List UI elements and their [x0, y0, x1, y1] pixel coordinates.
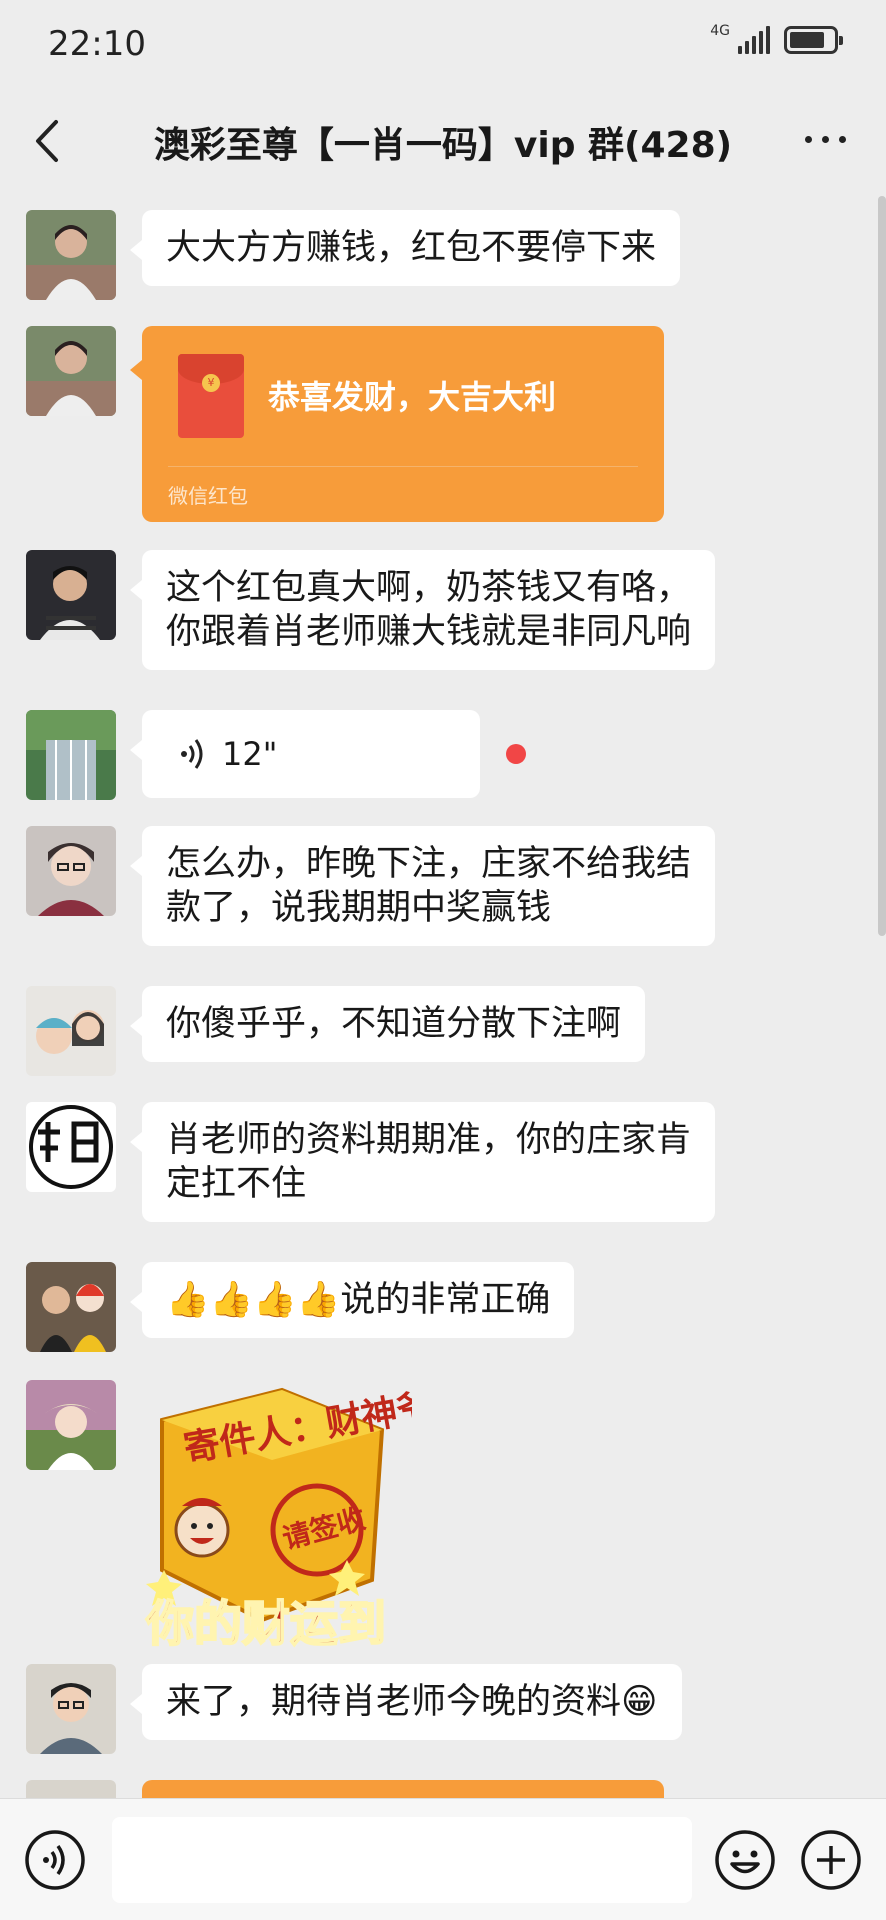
- status-time: 22:10: [48, 24, 146, 64]
- message-row: 来了，期待肖老师今晚的资料😁: [26, 1664, 682, 1754]
- battery-icon: [784, 26, 843, 54]
- sticker-bottom-text: 你的财运到: [145, 1596, 386, 1650]
- red-packet-label: 微信红包: [168, 484, 248, 508]
- message-text: 这个红包真大啊，奶茶钱又有咯，: [166, 568, 692, 608]
- plus-icon: [801, 1830, 861, 1890]
- avatar[interactable]: [26, 1664, 116, 1754]
- voice-input-button[interactable]: [24, 1829, 86, 1895]
- message-row: [26, 1780, 664, 1798]
- message-row: 寄件人：财神爷 请签收 你的财运到: [26, 1380, 436, 1653]
- more-dot-icon: [805, 136, 812, 143]
- message-text: 你跟着肖老师赚大钱就是非同凡响: [166, 612, 692, 652]
- avatar[interactable]: [26, 710, 116, 800]
- message-text: 👍👍👍👍说的非常正确: [166, 1280, 551, 1320]
- emoji-icon: [715, 1830, 775, 1890]
- message-bubble[interactable]: 怎么办，昨晚下注，庄家不给我结 款了，说我期期中奖赢钱: [129, 826, 716, 946]
- message-row: 这个红包真大啊，奶茶钱又有咯， 你跟着肖老师赚大钱就是非同凡响: [26, 550, 716, 670]
- voice-icon: [25, 1830, 85, 1890]
- message-row: 12": [26, 710, 526, 800]
- message-row: 肖老师的资料期期准，你的庄家肯 定扛不住: [26, 1102, 716, 1222]
- red-packet-partial[interactable]: [142, 1780, 664, 1798]
- message-bubble[interactable]: 👍👍👍👍说的非常正确: [129, 1262, 575, 1338]
- message-row: 👍👍👍👍说的非常正确: [26, 1262, 575, 1352]
- message-bubble[interactable]: 大大方方赚钱，红包不要停下来: [129, 210, 681, 286]
- message-row: 你傻乎乎，不知道分散下注啊: [26, 986, 646, 1076]
- chat-title: 澳彩至尊【一肖一码】vip 群(428): [153, 125, 733, 166]
- red-packet[interactable]: ¥ 恭喜发财，大吉大利 微信红包: [130, 326, 664, 522]
- avatar[interactable]: [26, 210, 116, 300]
- avatar[interactable]: [26, 986, 116, 1076]
- emoji-button[interactable]: [714, 1829, 776, 1895]
- message-text: 大大方方赚钱，红包不要停下来: [166, 228, 657, 268]
- avatar[interactable]: [26, 1380, 116, 1470]
- input-bar: [0, 1798, 886, 1920]
- message-text: 定扛不住: [166, 1164, 307, 1204]
- red-envelope-icon: ¥: [178, 354, 244, 438]
- avatar[interactable]: [26, 1780, 116, 1798]
- unread-dot: [506, 744, 526, 764]
- network-label: 4G: [710, 23, 730, 39]
- divider: [168, 466, 638, 467]
- voice-message[interactable]: 12": [130, 710, 480, 798]
- voice-wave-icon: [181, 739, 203, 769]
- scrollbar[interactable]: [878, 196, 886, 936]
- more-options-button[interactable]: [805, 136, 846, 143]
- more-functions-button[interactable]: [800, 1829, 862, 1895]
- status-icons: 4G: [710, 23, 843, 54]
- message-bubble[interactable]: 来了，期待肖老师今晚的资料😁: [130, 1664, 682, 1740]
- message-input[interactable]: [112, 1817, 692, 1903]
- signal-icon: [738, 26, 770, 54]
- message-text: 来了，期待肖老师今晚的资料😁: [166, 1682, 658, 1722]
- message-row: 大大方方赚钱，红包不要停下来: [26, 210, 681, 300]
- voice-duration: 12": [222, 735, 278, 773]
- avatar[interactable]: [26, 550, 116, 640]
- status-bar: 22:10 4G: [0, 0, 886, 88]
- message-text: 肖老师的资料期期准，你的庄家肯: [166, 1120, 692, 1160]
- chat-messages[interactable]: 大大方方赚钱，红包不要停下来 ¥ 恭喜发财，大吉大利 微信红包 这个红包真大啊，…: [0, 194, 886, 1798]
- avatar[interactable]: [26, 326, 116, 416]
- message-row: 怎么办，昨晚下注，庄家不给我结 款了，说我期期中奖赢钱: [26, 826, 716, 946]
- avatar[interactable]: [26, 1102, 116, 1192]
- avatar[interactable]: [26, 826, 116, 916]
- message-text: 款了，说我期期中奖赢钱: [166, 888, 552, 928]
- battery-fill: [790, 32, 825, 48]
- message-bubble[interactable]: 这个红包真大啊，奶茶钱又有咯， 你跟着肖老师赚大钱就是非同凡响: [129, 550, 716, 670]
- more-dot-icon: [822, 136, 829, 143]
- red-packet-greeting: 恭喜发财，大吉大利: [268, 378, 557, 416]
- nav-bar: 澳彩至尊【一肖一码】vip 群(428): [0, 88, 886, 194]
- message-bubble[interactable]: 你傻乎乎，不知道分散下注啊: [129, 986, 646, 1062]
- message-bubble[interactable]: 肖老师的资料期期准，你的庄家肯 定扛不住: [129, 1102, 716, 1222]
- sticker-image[interactable]: 寄件人：财神爷 请签收 你的财运到: [142, 1380, 436, 1653]
- message-text: 你傻乎乎，不知道分散下注啊: [166, 1004, 622, 1044]
- more-dot-icon: [839, 136, 846, 143]
- avatar[interactable]: [26, 1262, 116, 1352]
- message-row: ¥ 恭喜发财，大吉大利 微信红包: [26, 326, 664, 522]
- message-text: 怎么办，昨晚下注，庄家不给我结: [166, 844, 692, 884]
